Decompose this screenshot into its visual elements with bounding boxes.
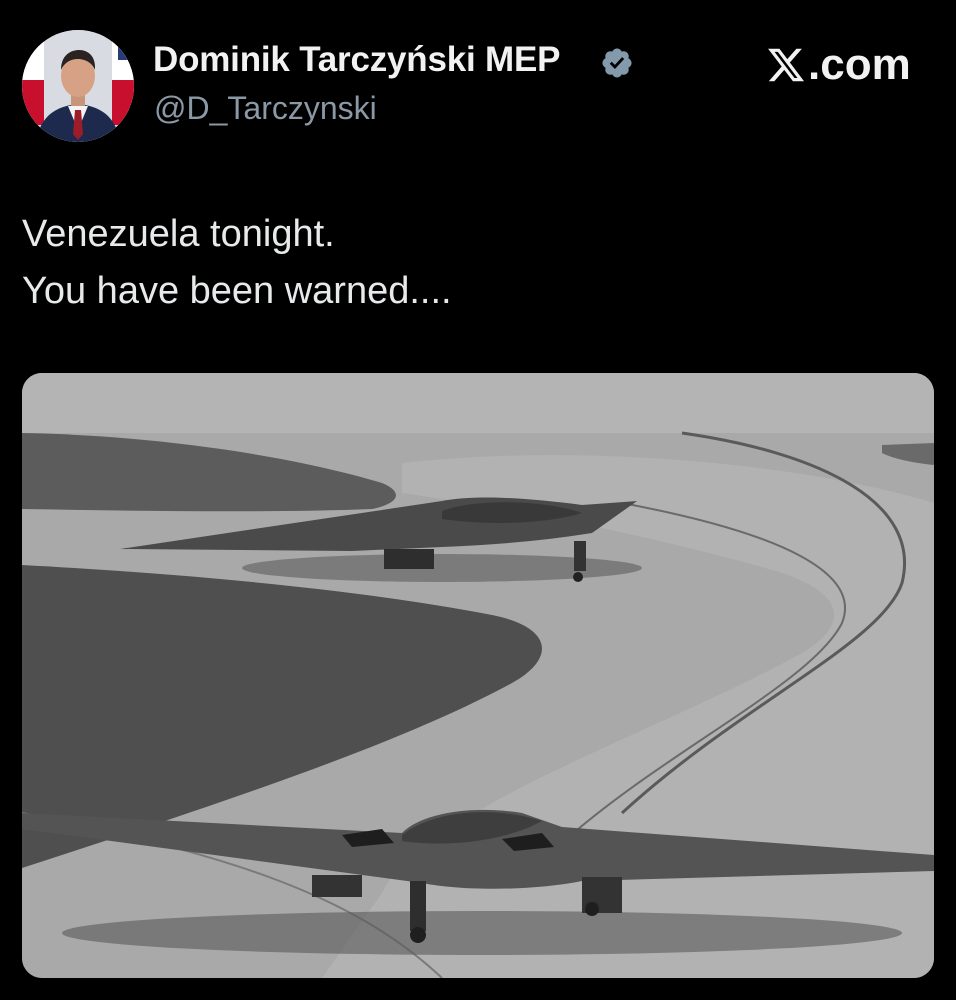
tweet-text: Venezuela tonight. You have been warned.… bbox=[22, 206, 452, 320]
x-logo-icon bbox=[768, 48, 805, 82]
verified-badge-icon bbox=[602, 48, 632, 78]
avatar-photo bbox=[22, 30, 134, 142]
brand-watermark: .com bbox=[766, 40, 911, 90]
tweet-line-1: Venezuela tonight. bbox=[22, 213, 335, 255]
bomber-runway-image bbox=[22, 373, 934, 978]
author-display-name[interactable]: Dominik Tarczyński MEP bbox=[153, 40, 560, 80]
author-avatar[interactable] bbox=[22, 30, 134, 142]
author-handle[interactable]: @D_Tarczynski bbox=[154, 90, 377, 127]
brand-label: .com bbox=[808, 40, 911, 89]
tweet-photo[interactable] bbox=[22, 373, 934, 978]
tweet-line-2: You have been warned.... bbox=[22, 270, 452, 312]
